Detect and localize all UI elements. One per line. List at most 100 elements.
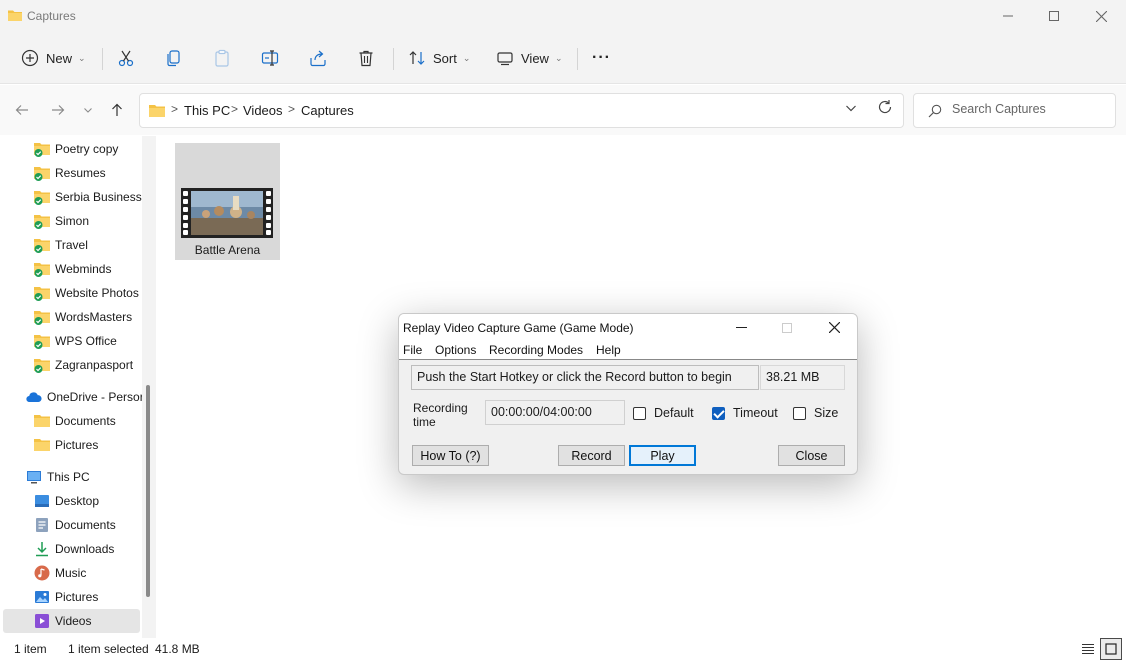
chevron-down-icon: [846, 105, 856, 112]
sidebar-item-onedrive[interactable]: OneDrive - Persor: [26, 386, 144, 408]
cut-button[interactable]: [117, 46, 135, 70]
view-button[interactable]: View ⌄: [496, 46, 563, 70]
checkbox-box-checked[interactable]: [712, 406, 725, 420]
monitor-icon: [26, 469, 42, 485]
maximize-icon: [1049, 11, 1059, 21]
view-icon: [497, 52, 513, 66]
sidebar-item-simon[interactable]: Simon: [34, 210, 89, 232]
sidebar-item-onedrive-documents[interactable]: Documents: [34, 410, 116, 432]
downloads-icon: [34, 541, 50, 557]
paste-button[interactable]: [213, 46, 231, 70]
back-button[interactable]: [12, 100, 32, 120]
sort-icon: [409, 51, 425, 65]
close-button[interactable]: Close: [778, 445, 845, 466]
file-item[interactable]: Battle Arena: [175, 143, 280, 260]
sidebar-item-webminds[interactable]: Webminds: [34, 258, 111, 280]
sidebar-item-wps-office[interactable]: WPS Office: [34, 330, 117, 352]
videos-icon: [34, 613, 50, 629]
sidebar-item-label: Downloads: [55, 542, 115, 556]
checkbox-label: Size: [814, 406, 839, 420]
timeout-checkbox[interactable]: Timeout: [712, 406, 778, 420]
sidebar-item-label: Poetry copy: [55, 142, 119, 156]
menu-options[interactable]: Options: [435, 343, 476, 357]
sort-button[interactable]: Sort ⌄: [408, 46, 470, 70]
refresh-button[interactable]: [877, 99, 899, 121]
arrow-right-icon: [52, 105, 65, 115]
dialog-minimize-button[interactable]: [718, 314, 764, 341]
documents-icon: [34, 517, 50, 533]
sidebar-item-documents[interactable]: Documents: [34, 514, 116, 536]
menu-help[interactable]: Help: [596, 343, 621, 357]
sidebar-item-onedrive-pictures[interactable]: Pictures: [34, 434, 98, 456]
recording-time-label: Recording time: [413, 401, 468, 429]
folder-icon: [34, 413, 50, 429]
checkbox-box[interactable]: [633, 406, 646, 420]
sidebar-item-poetry-copy[interactable]: Poetry copy: [34, 138, 118, 160]
sidebar-item-desktop[interactable]: Desktop: [34, 490, 99, 512]
up-button[interactable]: [107, 100, 127, 120]
maximize-button[interactable]: [1031, 0, 1077, 32]
status-bar: 1 item 1 item selected 41.8 MB: [0, 638, 1126, 660]
sidebar-item-videos[interactable]: Videos: [3, 609, 140, 633]
rename-button[interactable]: [261, 46, 279, 70]
sidebar-item-label: Pictures: [55, 590, 99, 604]
sidebar-item-label: Resumes: [55, 166, 106, 180]
tiles-view-button[interactable]: [1100, 638, 1122, 660]
breadcrumb-this-pc[interactable]: This PC: [184, 103, 230, 118]
new-button[interactable]: New ⌄: [21, 46, 86, 70]
search-box[interactable]: [913, 93, 1116, 128]
sidebar-item-label: Serbia Business: [55, 190, 142, 204]
maximize-icon: [782, 322, 792, 333]
sidebar-item-label: Documents: [55, 518, 116, 532]
checkbox-box[interactable]: [793, 406, 806, 420]
sidebar-item-music[interactable]: Music: [34, 562, 86, 584]
checkbox-label: Timeout: [733, 406, 778, 420]
file-name: Battle Arena: [194, 243, 261, 257]
menu-recording-modes[interactable]: Recording Modes: [489, 343, 583, 357]
recording-time-display: 00:00:00/04:00:00: [485, 400, 625, 425]
dialog-close-button[interactable]: [811, 314, 857, 341]
new-label: New: [46, 50, 73, 66]
sidebar-item-downloads[interactable]: Downloads: [34, 538, 114, 560]
dialog-maximize-button[interactable]: [764, 314, 810, 341]
minimize-button[interactable]: [985, 0, 1031, 32]
sidebar-item-this-pc[interactable]: This PC: [26, 466, 90, 488]
copy-button[interactable]: [165, 46, 183, 70]
recent-locations-button[interactable]: [78, 100, 98, 120]
address-history-button[interactable]: [845, 102, 857, 117]
breadcrumb-separator: >: [231, 102, 239, 116]
sidebar-item-wordsmasters[interactable]: WordsMasters: [34, 306, 132, 328]
trash-icon: [359, 50, 373, 67]
share-button[interactable]: [309, 46, 327, 70]
address-bar[interactable]: > This PC > Videos > Captures: [139, 93, 904, 128]
capture-size: 38.21 MB: [760, 365, 845, 390]
how-to-button[interactable]: How To (?): [412, 445, 489, 466]
menu-file[interactable]: File: [403, 343, 422, 357]
sidebar-item-serbia-business[interactable]: Serbia Business: [34, 186, 142, 208]
command-bar: New ⌄ Sort ⌄ View ⌄ ···: [0, 32, 1126, 84]
selection-size: 41.8 MB: [155, 642, 200, 656]
plus-circle-icon: [21, 49, 39, 67]
sidebar-item-pictures[interactable]: Pictures: [34, 586, 98, 608]
breadcrumb-videos[interactable]: Videos: [243, 103, 283, 118]
close-icon: [1095, 10, 1107, 22]
play-button[interactable]: Play: [629, 445, 696, 466]
sidebar-item-label: This PC: [47, 470, 90, 484]
chevron-down-icon: ⌄: [462, 52, 471, 63]
record-button[interactable]: Record: [558, 445, 625, 466]
details-view-button[interactable]: [1077, 638, 1099, 660]
delete-button[interactable]: [357, 46, 375, 70]
sidebar-item-zagranpasport[interactable]: Zagranpasport: [34, 354, 133, 376]
default-checkbox[interactable]: Default: [633, 406, 694, 420]
search-input[interactable]: [952, 102, 1102, 116]
more-options-button[interactable]: ···: [592, 46, 611, 70]
forward-button[interactable]: [48, 100, 68, 120]
close-window-button[interactable]: [1078, 0, 1124, 32]
sidebar-item-website-photos[interactable]: Website Photos: [34, 282, 139, 304]
breadcrumb-captures[interactable]: Captures: [301, 103, 354, 118]
sidebar-item-travel[interactable]: Travel: [34, 234, 88, 256]
sidebar-scrollbar-thumb[interactable]: [146, 385, 150, 597]
size-checkbox[interactable]: Size: [793, 406, 838, 420]
sidebar-item-resumes[interactable]: Resumes: [34, 162, 106, 184]
recording-label-line2: time: [413, 415, 436, 429]
